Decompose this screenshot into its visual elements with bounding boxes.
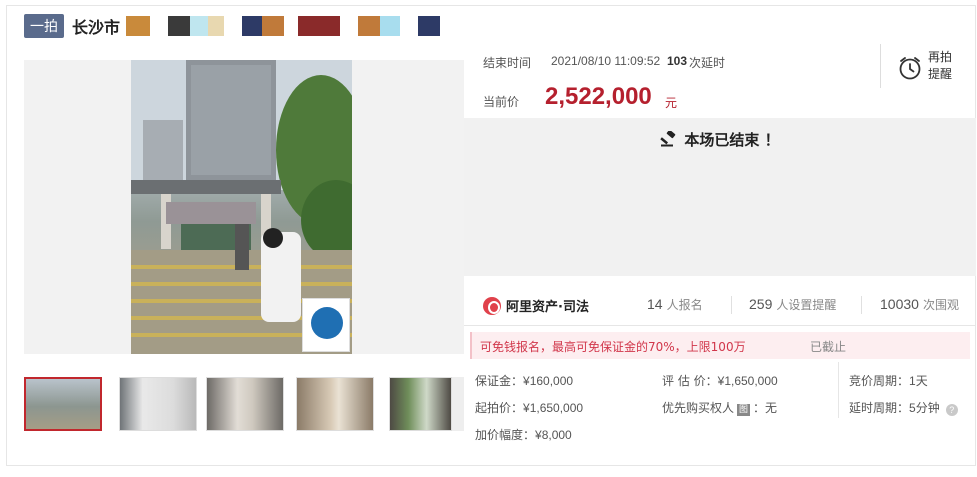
ali-assets-logo[interactable]: 阿里资产·司法 <box>483 296 589 315</box>
current-price-value: 2,522,000 <box>545 83 652 110</box>
current-price-label: 当前价 <box>483 95 520 109</box>
mosaic-block <box>242 16 263 36</box>
platform-stats: 阿里资产·司法 14 人报名 259 人设置提醒 10030 次围观 <box>464 282 976 326</box>
gavel-icon <box>660 131 676 147</box>
free-deposit-notice[interactable]: 可免钱报名，最高可免保证金的70%，上限100万 已截止 <box>470 332 970 359</box>
auction-ended-message: 本场已结束 ！ <box>464 129 976 150</box>
delay-cycle-field: 延时周期：5分钟? <box>849 399 958 416</box>
divider <box>880 44 881 88</box>
alarm-clock-icon <box>899 57 921 80</box>
mosaic-block <box>126 16 151 36</box>
redacted-title-mosaic <box>126 16 441 36</box>
priority-info-badge[interactable]: 图 <box>737 404 751 416</box>
main-photo-viewer[interactable] <box>24 60 464 354</box>
thumbnail-5[interactable] <box>389 377 452 431</box>
item-title[interactable]: 一拍 长沙市 <box>24 14 441 38</box>
qr-code <box>302 298 350 352</box>
deposit-field: 保证金：¥160,000 <box>475 374 574 388</box>
property-photo <box>131 60 352 354</box>
column-divider <box>838 362 839 418</box>
mosaic-block <box>262 16 285 36</box>
first-auction-badge: 一拍 <box>24 14 64 38</box>
thumbnail-next-arrow[interactable] <box>452 377 464 431</box>
mosaic-block <box>418 16 441 36</box>
increment-field: 加价幅度：¥8,000 <box>475 428 572 442</box>
ali-logo-icon <box>483 296 501 315</box>
mosaic-block <box>224 16 243 36</box>
signup-count: 14 人报名 <box>647 296 703 312</box>
delay-count-label: 次延时 <box>689 56 726 70</box>
notice-status: 已截止 <box>810 340 847 354</box>
item-title-text: 长沙市 <box>72 18 121 37</box>
thumbnail-strip <box>24 377 464 433</box>
mosaic-block <box>298 16 341 36</box>
mosaic-block <box>340 16 359 36</box>
thumbnail-4[interactable] <box>296 377 374 431</box>
reminder-count: 259 人设置提醒 <box>749 296 837 312</box>
end-time-label: 结束时间 <box>483 56 532 70</box>
current-price-unit: 元 <box>665 96 678 110</box>
mosaic-block <box>284 16 299 36</box>
thumbnail-1[interactable] <box>24 377 102 431</box>
thumbnail-2[interactable] <box>119 377 197 431</box>
starting-price-field: 起拍价：¥1,650,000 <box>475 401 584 415</box>
help-icon[interactable]: ? <box>945 404 958 416</box>
delay-count: 103 <box>667 54 688 68</box>
thumbnail-3[interactable] <box>206 377 284 431</box>
mosaic-block <box>400 16 419 36</box>
end-time-value: 2021/08/10 11:09:52 <box>551 54 661 68</box>
auction-info: 结束时间 2021/08/10 11:09:52 103 次延时 当前价 2,5… <box>464 40 976 118</box>
mosaic-block <box>380 16 401 36</box>
bidding-cycle-field: 竞价周期：1天 <box>849 374 928 388</box>
reminder-label: 再拍 提醒 <box>928 50 953 81</box>
mosaic-block <box>358 16 381 36</box>
mosaic-block <box>190 16 209 36</box>
auction-status-panel: 本场已结束 ！ <box>464 118 976 276</box>
mosaic-block <box>150 16 169 36</box>
appraisal-field: 评 估 价：¥1,650,000 <box>662 374 778 388</box>
priority-buyer-field: 优先购买权人图：无 <box>662 401 778 416</box>
stat-divider <box>731 296 732 314</box>
view-count: 10030 次围观 <box>880 296 959 312</box>
mosaic-block <box>208 16 225 36</box>
ali-logo-text: 阿里资产·司法 <box>506 300 589 315</box>
re-auction-reminder-button[interactable]: 再拍 提醒 <box>897 49 977 89</box>
stat-divider <box>861 296 862 314</box>
notice-text: 可免钱报名，最高可免保证金的70%，上限100万 <box>480 340 746 354</box>
mosaic-block <box>168 16 191 36</box>
